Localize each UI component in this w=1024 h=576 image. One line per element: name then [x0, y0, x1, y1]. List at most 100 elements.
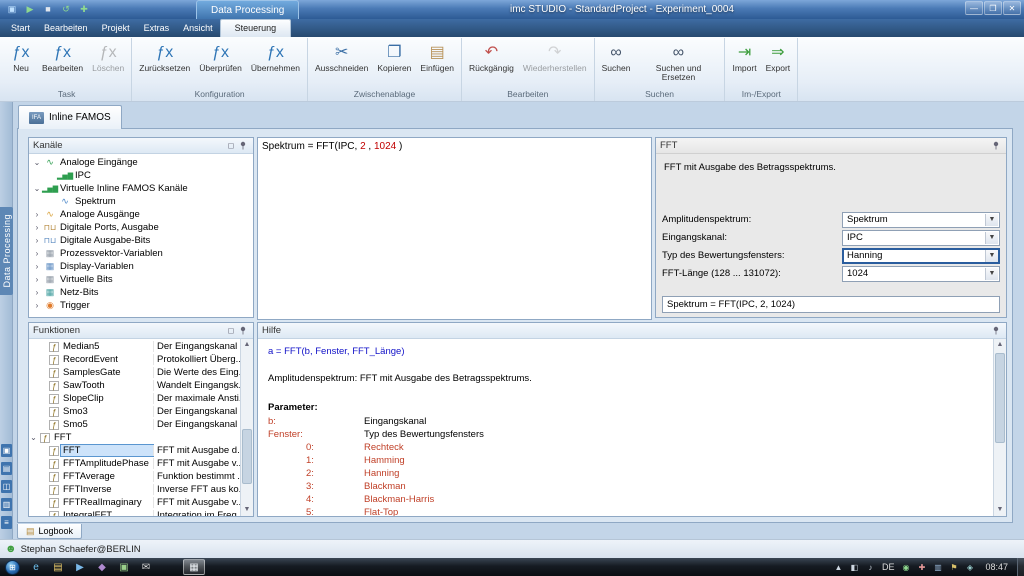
close-button[interactable]: ✕ [1003, 1, 1021, 15]
quick-access-icon[interactable]: ✚ [77, 3, 91, 16]
ribbon-button[interactable]: ❐ Kopieren [373, 38, 415, 88]
taskbar-clock[interactable]: 08:47 [979, 562, 1014, 572]
expander-icon[interactable]: › [32, 223, 42, 232]
tree-item[interactable]: ∿ Spektrum [29, 195, 253, 208]
ribbon-tab[interactable]: Ansicht [176, 20, 220, 37]
expander-icon[interactable]: › [32, 236, 42, 245]
tab-inline-famos[interactable]: IFA Inline FAMOS [18, 105, 122, 129]
tab-steuerung-active[interactable]: Steuerung [220, 19, 292, 37]
tree-item[interactable]: › ▦ Netz-Bits [29, 286, 253, 299]
tree-item[interactable]: ⌄ ▂▅▇ Virtuelle Inline FAMOS Kanäle [29, 182, 253, 195]
ribbon-button[interactable]: ↷ Wiederherstellen [519, 38, 591, 88]
ribbon-button[interactable]: ∞ Suchen [598, 38, 635, 88]
quick-access-icon[interactable]: ■ [41, 3, 55, 16]
minimize-button[interactable]: — [965, 1, 983, 15]
pin-icon[interactable] [237, 140, 249, 152]
tray-icon[interactable]: ▥ [931, 563, 944, 572]
function-list-item[interactable]: ƒ Smo5 Der Eingangskanal ... [29, 418, 240, 431]
maximize-button[interactable]: ❐ [984, 1, 1002, 15]
expander-icon[interactable]: › [32, 275, 42, 284]
pin-icon[interactable] [990, 140, 1002, 152]
parameter-combobox[interactable]: 1024 ▼ [842, 266, 1000, 282]
pin-icon[interactable] [990, 325, 1002, 337]
ribbon-button[interactable]: ƒx Löschen [88, 38, 128, 88]
function-list-item[interactable]: ƒ IntegralFFT Integration im Freq... [29, 509, 240, 516]
tree-item[interactable]: › ⊓⊔ Digitale Ausgabe-Bits [29, 234, 253, 247]
expander-icon[interactable]: ⌄ [32, 184, 42, 193]
parameter-combobox[interactable]: Spektrum ▼ [842, 212, 1000, 228]
taskbar-app-icon[interactable]: ▶ [69, 559, 91, 575]
expander-icon[interactable]: ⌄ [32, 158, 42, 167]
scroll-thumb[interactable] [242, 429, 252, 484]
ribbon-tab[interactable]: Projekt [95, 20, 137, 37]
quick-access-icon[interactable]: ▣ [5, 3, 19, 16]
sidebar-tool-icon[interactable]: ▣ [1, 444, 12, 457]
scroll-up-arrow[interactable]: ▲ [994, 339, 1006, 351]
tray-icon[interactable]: ⚑ [947, 563, 960, 572]
expander-icon[interactable]: › [32, 262, 42, 271]
tree-item[interactable]: ▂▅▇ IPC [29, 169, 253, 182]
chevron-down-icon[interactable]: ▼ [985, 268, 998, 280]
chevron-down-icon[interactable]: ▼ [985, 232, 998, 244]
chevron-down-icon[interactable]: ▼ [985, 250, 998, 262]
function-list-item[interactable]: ƒ FFTAmplitudePhase FFT mit Ausgabe v... [29, 457, 240, 470]
scrollbar-vertical[interactable]: ▲ ▼ [993, 339, 1006, 516]
scroll-down-arrow[interactable]: ▼ [241, 504, 253, 516]
expander-icon[interactable]: › [32, 210, 42, 219]
taskbar-app-icon[interactable]: ◆ [91, 559, 113, 575]
tray-icon[interactable]: ◉ [899, 563, 912, 572]
famos-code-editor[interactable]: Spektrum = FFT(IPC, 2 , 1024 ) [257, 137, 652, 320]
tray-icon[interactable]: ✚ [915, 563, 928, 572]
scrollbar-vertical[interactable]: ▲ ▼ [240, 339, 253, 516]
ribbon-tab[interactable]: Extras [137, 20, 177, 37]
tree-item[interactable]: ⌄ ∿ Analoge Eingänge [29, 156, 253, 169]
function-list-item[interactable]: ƒ Median5 Der Eingangskanal ... [29, 340, 240, 353]
tree-item[interactable]: › ∿ Analoge Ausgänge [29, 208, 253, 221]
function-list-item[interactable]: ƒ SlopeClip Der maximale Ansti... [29, 392, 240, 405]
ribbon-button[interactable]: ∞ Suchen und Ersetzen [635, 38, 721, 88]
expander-icon[interactable]: › [32, 301, 42, 310]
sidebar-tool-icon[interactable]: ▥ [1, 498, 12, 511]
function-list-item[interactable]: ƒ RecordEvent Protokolliert Überg... [29, 353, 240, 366]
ribbon-button[interactable]: ⇥ Import [728, 38, 760, 88]
ribbon-button[interactable]: ⇒ Export [762, 38, 795, 88]
function-list-item[interactable]: ƒ FFT FFT mit Ausgabe d... [29, 444, 240, 457]
scroll-thumb[interactable] [995, 353, 1005, 443]
dock-window-icon[interactable]: ◻ [225, 140, 237, 152]
function-list-item[interactable]: ⌄ ƒ FFT [29, 431, 240, 444]
tree-item[interactable]: › ◉ Trigger [29, 299, 253, 312]
quick-access-icon[interactable]: ↺ [59, 3, 73, 16]
function-list-item[interactable]: ƒ SawTooth Wandelt Eingangsk... [29, 379, 240, 392]
function-list-item[interactable]: ƒ Smo3 Der Eingangskanal ... [29, 405, 240, 418]
start-button[interactable]: ⊞ [5, 560, 20, 575]
tray-icon[interactable]: ◧ [848, 563, 861, 572]
chevron-down-icon[interactable]: ▼ [985, 214, 998, 226]
function-list-item[interactable]: ƒ SamplesGate Die Werte des Eing... [29, 366, 240, 379]
tree-item[interactable]: › ▦ Prozessvektor-Variablen [29, 247, 253, 260]
ribbon-button[interactable]: ƒx Überprüfen [195, 38, 246, 88]
taskbar-app-icon[interactable]: ▣ [113, 559, 135, 575]
taskbar-app-icon[interactable]: ▦ [183, 559, 205, 575]
scroll-up-arrow[interactable]: ▲ [241, 339, 253, 351]
show-desktop-button[interactable] [1017, 558, 1024, 576]
parameter-combobox[interactable]: Hanning ▼ [842, 248, 1000, 264]
expander-icon[interactable]: › [32, 249, 42, 258]
ribbon-button[interactable]: ↶ Rückgängig [465, 38, 518, 88]
expander-icon[interactable]: ⌄ [29, 433, 38, 442]
function-list-item[interactable]: ƒ FFTRealImaginary FFT mit Ausgabe v... [29, 496, 240, 509]
language-indicator[interactable]: DE [880, 562, 897, 572]
ribbon-button[interactable]: ƒx Bearbeiten [38, 38, 87, 88]
function-list-item[interactable]: ƒ FFTInverse Inverse FFT aus ko... [29, 483, 240, 496]
parameter-combobox[interactable]: IPC ▼ [842, 230, 1000, 246]
dock-window-icon[interactable]: ◻ [225, 325, 237, 337]
pin-icon[interactable] [237, 325, 249, 337]
ribbon-button[interactable]: ƒx Zurücksetzen [135, 38, 194, 88]
ribbon-button[interactable]: ƒx Neu [5, 38, 37, 88]
tab-logbook[interactable]: ▤ Logbook [17, 524, 82, 539]
tray-icon[interactable]: ▲ [832, 563, 845, 572]
taskbar-app-icon[interactable]: ✉ [135, 559, 157, 575]
ribbon-button[interactable]: ✂ Ausschneiden [311, 38, 372, 88]
expander-icon[interactable]: › [32, 288, 42, 297]
function-list-item[interactable]: ƒ FFTAverage Funktion bestimmt ... [29, 470, 240, 483]
tree-item[interactable]: › ▦ Virtuelle Bits [29, 273, 253, 286]
